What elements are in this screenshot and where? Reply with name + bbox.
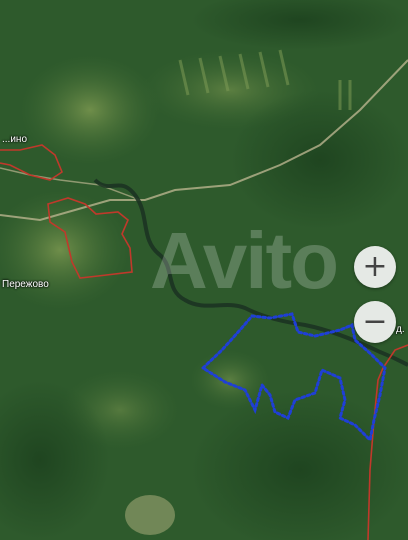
village-label-left: Пережово	[2, 279, 49, 290]
plus-icon: +	[362, 249, 388, 284]
village-label-top: ...ино	[2, 134, 28, 145]
field-clearing	[20, 55, 160, 165]
zoom-in-button[interactable]: +	[354, 246, 396, 288]
avito-watermark: Avito	[150, 216, 339, 305]
dense-forest	[230, 90, 408, 230]
minus-icon: −	[362, 304, 388, 339]
satellite-map[interactable]: Avito ...ино Пережово д. + −	[0, 0, 408, 540]
zoom-out-button[interactable]: −	[354, 301, 396, 343]
field-clearing	[125, 495, 175, 535]
place-label-right: д.	[396, 324, 405, 335]
